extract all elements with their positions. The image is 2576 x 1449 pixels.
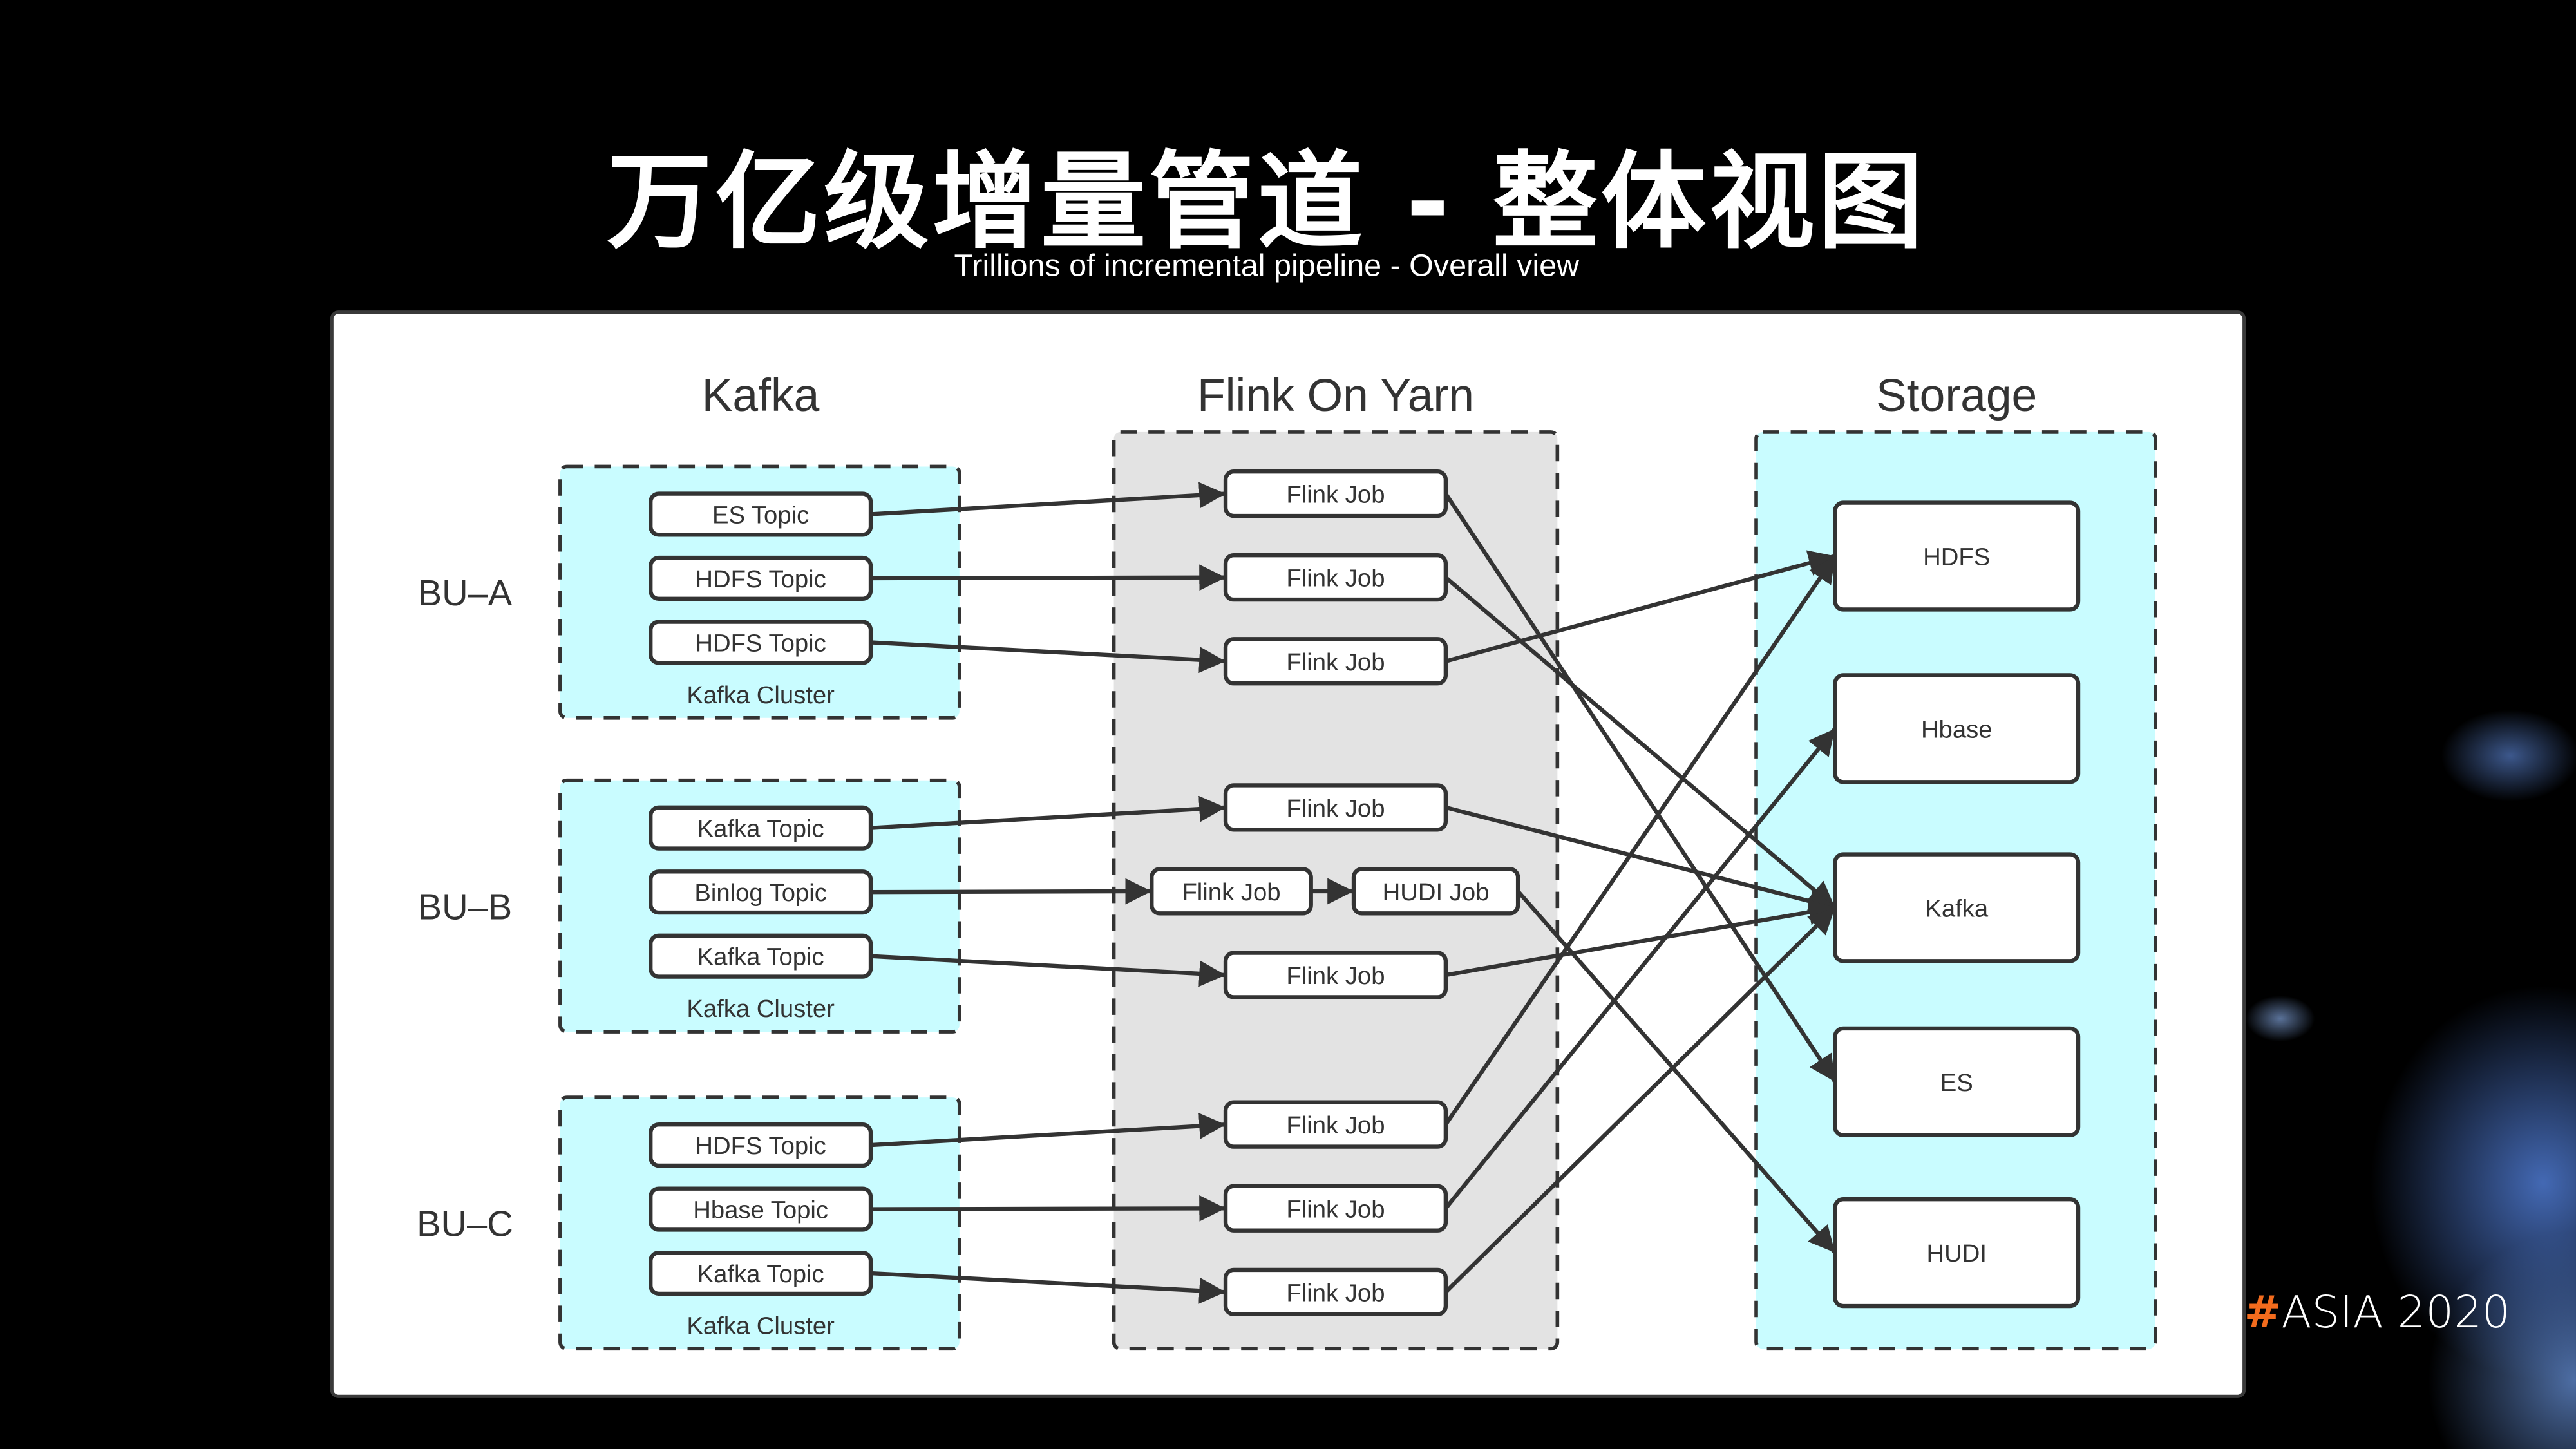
kafka-topic-node[interactable]: ES Topic (649, 491, 873, 537)
business-unit-label: BU–A (418, 573, 513, 613)
flink-job-node[interactable]: Flink Job (1223, 1267, 1448, 1316)
topic-label: HDFS Topic (695, 629, 826, 657)
kafka-topic-node[interactable]: Kafka Topic (649, 1250, 873, 1296)
flink-job-node[interactable]: Flink Job (1223, 783, 1448, 832)
job-label: Flink Job (1286, 962, 1385, 990)
flow-arrow-t7-to-j8 (871, 1195, 1226, 1222)
kafka-cluster-label: Kafka Cluster (687, 681, 835, 709)
flink-job-node[interactable]: Flink Job (1223, 469, 1448, 518)
flink-job-node[interactable]: Flink Job (1223, 951, 1448, 999)
column-header-storage: Storage (1876, 370, 2037, 421)
event-hash: # (2244, 1287, 2282, 1340)
column-header-flink-on-yarn: Flink On Yarn (1197, 370, 1474, 421)
kafka-topic-node[interactable]: HDFS Topic (649, 555, 873, 601)
hudi-job-node[interactable]: HUDI Job (1351, 867, 1520, 916)
job-label: Flink Job (1286, 1195, 1385, 1223)
kafka-topic-node[interactable]: Kafka Topic (649, 805, 873, 851)
storage-node-es[interactable]: ES (1833, 1026, 2081, 1137)
pipeline-diagram: Kafka Flink On Yarn Storage BU–A Kafka Cl… (417, 370, 2157, 1351)
business-unit-label: BU–B (418, 886, 513, 927)
storage-node-hudi[interactable]: HUDI (1833, 1197, 2081, 1309)
slide: 万亿级增量管道 - 整体视图 Trillions of incremental … (0, 0, 2576, 1449)
storage-label: Kafka (1925, 895, 1989, 922)
storage-node-hbase[interactable]: Hbase (1833, 673, 2081, 784)
topic-label: Kafka Topic (697, 943, 824, 971)
kafka-topic-node[interactable]: Binlog Topic (649, 869, 873, 915)
kafka-cluster-label: Kafka Cluster (687, 1312, 835, 1340)
storage-label: ES (1940, 1069, 1973, 1097)
event-tag: #ASIA 2020 (2244, 1288, 2510, 1339)
business-unit-label: BU–C (417, 1204, 513, 1244)
event-name: ASIA 2020 (2281, 1287, 2510, 1340)
topic-label: Hbase Topic (693, 1197, 828, 1224)
flink-job-node[interactable]: Flink Job (1223, 1100, 1448, 1149)
kafka-cluster-label: Kafka Cluster (687, 995, 835, 1023)
kafka-topic-node[interactable]: HDFS Topic (649, 1122, 873, 1168)
job-label: Flink Job (1286, 1112, 1385, 1139)
flink-job-node[interactable]: Flink Job (1223, 1184, 1448, 1233)
job-label: Flink Job (1182, 878, 1280, 906)
flow-arrow-t4-to-j5 (871, 878, 1152, 905)
kafka-topic-node[interactable]: HDFS Topic (649, 620, 873, 665)
topic-label: Kafka Topic (697, 1260, 824, 1288)
kafka-topic-node[interactable]: Hbase Topic (649, 1186, 873, 1232)
storage-node-kafka[interactable]: Kafka (1833, 852, 2081, 963)
storage-label: Hbase (1921, 715, 1993, 743)
job-label: HUDI Job (1383, 878, 1490, 906)
topic-label: ES Topic (712, 501, 809, 529)
flink-job-node[interactable]: Flink Job (1150, 867, 1313, 916)
topic-label: HDFS Topic (695, 1132, 826, 1160)
topic-label: HDFS Topic (695, 565, 826, 593)
job-label: Flink Job (1286, 565, 1385, 592)
job-label: Flink Job (1286, 795, 1385, 822)
topic-label: Kafka Topic (697, 815, 824, 843)
storage-label: HDFS (1923, 544, 1990, 571)
flink-job-node[interactable]: Flink Job (1223, 553, 1448, 602)
column-header-kafka: Kafka (702, 370, 820, 421)
topic-label: Binlog Topic (694, 879, 827, 907)
job-label: Flink Job (1286, 481, 1385, 509)
kafka-topic-node[interactable]: Kafka Topic (649, 933, 873, 979)
job-label: Flink Job (1286, 649, 1385, 676)
job-label: Flink Job (1286, 1279, 1385, 1307)
storage-node-hdfs[interactable]: HDFS (1833, 500, 2081, 612)
storage-label: HUDI (1926, 1240, 1987, 1267)
flink-job-node[interactable]: Flink Job (1223, 637, 1448, 686)
